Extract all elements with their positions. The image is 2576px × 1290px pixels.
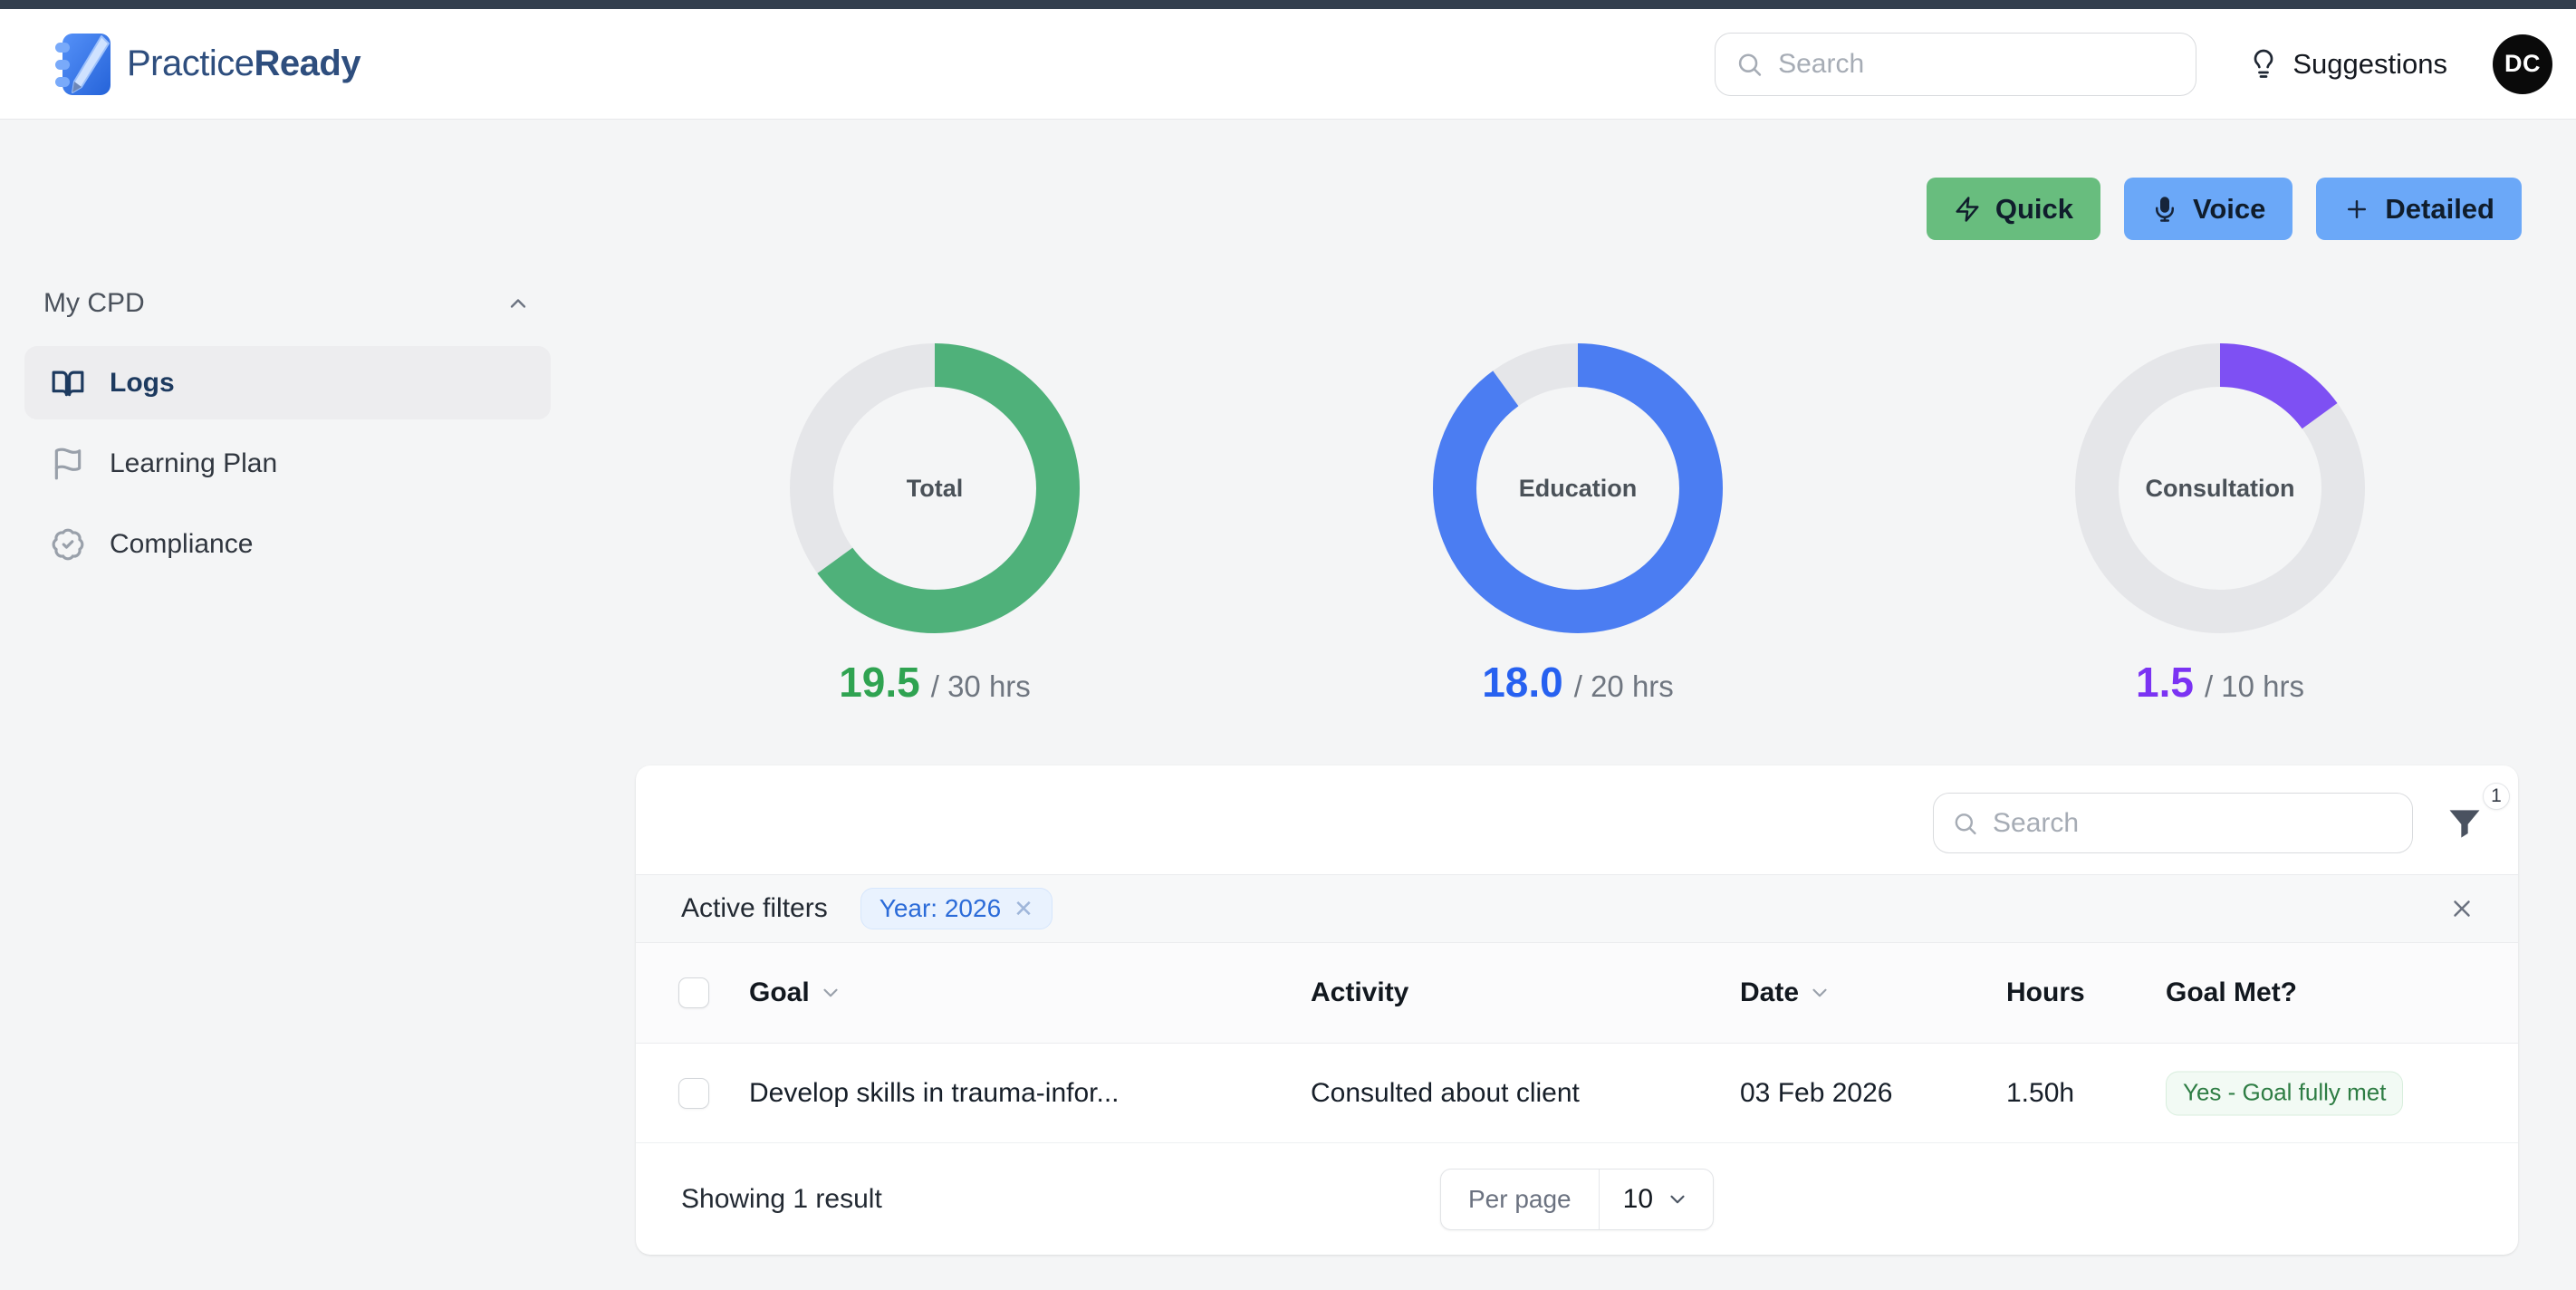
donut-center-label: Consultation	[2066, 334, 2374, 642]
voice-label: Voice	[2193, 193, 2265, 226]
cpd-logs-card: 1 Active filters Year: 2026 ✕ Goal Activ…	[636, 765, 2518, 1255]
chevron-up-icon	[505, 291, 531, 316]
chip-remove-icon[interactable]: ✕	[1014, 897, 1033, 920]
donut-value: 18.0	[1482, 658, 1563, 707]
chevron-down-icon	[1666, 1188, 1689, 1211]
suggestions-label: Suggestions	[2292, 48, 2447, 81]
results-count: Showing 1 result	[681, 1184, 882, 1215]
donut-caption-total: 19.5 / 30 hrs	[781, 658, 1089, 707]
user-avatar[interactable]: DC	[2493, 34, 2552, 94]
quick-log-button[interactable]: Quick	[1927, 178, 2100, 240]
donut-max: / 10 hrs	[2205, 669, 2304, 704]
suggestions-button[interactable]: Suggestions	[2247, 48, 2447, 81]
donut-caption-consultation: 1.5 / 10 hrs	[2066, 658, 2374, 707]
badge-check-icon	[50, 526, 86, 563]
donut-caption-education: 18.0 / 20 hrs	[1424, 658, 1732, 707]
table-search[interactable]	[1933, 793, 2413, 853]
sidebar-item-learning-plan[interactable]: Learning Plan	[24, 427, 551, 500]
donut-chart-education: Education	[1424, 334, 1732, 642]
cell-date: 03 Feb 2026	[1740, 1078, 1892, 1109]
donut-value: 19.5	[839, 658, 920, 707]
column-header-goal-met: Goal Met?	[2166, 977, 2297, 1008]
table-toolbar: 1	[636, 765, 2518, 874]
sort-chevron-icon	[1808, 981, 1831, 1005]
detailed-log-button[interactable]: Detailed	[2316, 178, 2522, 240]
top-accent-strip	[0, 0, 2576, 9]
sidebar-item-label: Learning Plan	[110, 448, 277, 479]
donut-max: / 20 hrs	[1574, 669, 1674, 704]
app-header: PracticeReady Suggestions DC	[0, 9, 2576, 120]
cell-goal-met: Yes - Goal fully met	[2166, 1071, 2403, 1115]
donut-value: 1.5	[2136, 658, 2194, 707]
per-page-control[interactable]: Per page 10	[1440, 1169, 1714, 1230]
filter-button[interactable]	[2445, 804, 2485, 843]
donut-max: / 30 hrs	[931, 669, 1031, 704]
search-icon	[1952, 809, 1978, 838]
detailed-label: Detailed	[2385, 193, 2494, 226]
lightning-icon	[1954, 196, 1981, 223]
sidebar-item-logs[interactable]: Logs	[24, 346, 551, 419]
cell-hours: 1.50h	[2006, 1078, 2074, 1109]
sidebar-item-label: Logs	[110, 368, 175, 399]
active-filters-row: Active filters Year: 2026 ✕	[636, 874, 2518, 943]
sort-chevron-icon	[819, 981, 842, 1005]
sidebar-section-label: My CPD	[43, 288, 145, 319]
clear-filters-button[interactable]	[2448, 895, 2475, 922]
cell-activity: Consulted about client	[1311, 1078, 1580, 1109]
cell-goal: Develop skills in trauma-infor...	[749, 1078, 1120, 1109]
per-page-label: Per page	[1441, 1170, 1600, 1229]
flag-icon	[50, 446, 86, 482]
sidebar-item-label: Compliance	[110, 529, 253, 560]
table-header-row: Goal Activity Date Hours Goal Met?	[636, 943, 2518, 1044]
donut-center-label: Education	[1424, 334, 1732, 642]
voice-log-button[interactable]: Voice	[2124, 178, 2292, 240]
filter-count-badge: 1	[2483, 783, 2510, 810]
funnel-icon	[2445, 804, 2485, 843]
sidebar-section-my-cpd[interactable]: My CPD	[43, 288, 531, 319]
brand-logo[interactable]: PracticeReady	[54, 31, 360, 98]
global-search-input[interactable]	[1778, 49, 2176, 80]
filter-chip-year[interactable]: Year: 2026 ✕	[860, 888, 1053, 929]
sidebar-nav: Logs Learning Plan Compliance	[24, 346, 551, 581]
open-book-icon	[50, 365, 86, 401]
lightbulb-icon	[2247, 48, 2280, 81]
log-action-buttons: Quick Voice Detailed	[1927, 178, 2522, 240]
donut-chart-total: Total	[781, 334, 1089, 642]
donut-center-label: Total	[781, 334, 1089, 642]
per-page-select[interactable]: 10	[1600, 1170, 1713, 1229]
table-search-input[interactable]	[1993, 808, 2394, 839]
search-icon	[1735, 49, 1764, 80]
table-row[interactable]: Develop skills in trauma-infor... Consul…	[636, 1044, 2518, 1143]
column-header-activity: Activity	[1311, 977, 1408, 1008]
column-header-hours: Hours	[2006, 977, 2085, 1008]
close-icon	[2448, 895, 2475, 922]
quick-label: Quick	[1995, 193, 2073, 226]
brand-name: PracticeReady	[127, 43, 360, 84]
plus-icon	[2343, 196, 2370, 223]
row-checkbox[interactable]	[678, 1078, 709, 1109]
donut-chart-consultation: Consultation	[2066, 334, 2374, 642]
filter-chip-label: Year: 2026	[879, 894, 1001, 923]
column-header-goal[interactable]: Goal	[749, 977, 842, 1008]
goal-met-badge: Yes - Goal fully met	[2166, 1071, 2403, 1115]
active-filters-label: Active filters	[681, 893, 828, 924]
global-search[interactable]	[1715, 33, 2196, 96]
sidebar-item-compliance[interactable]: Compliance	[24, 507, 551, 581]
notebook-pen-logo-icon	[54, 31, 114, 98]
table-footer: Showing 1 result Per page 10	[636, 1143, 2518, 1255]
select-all-checkbox[interactable]	[678, 977, 709, 1008]
column-header-date[interactable]: Date	[1740, 977, 1831, 1008]
microphone-icon	[2151, 196, 2178, 223]
